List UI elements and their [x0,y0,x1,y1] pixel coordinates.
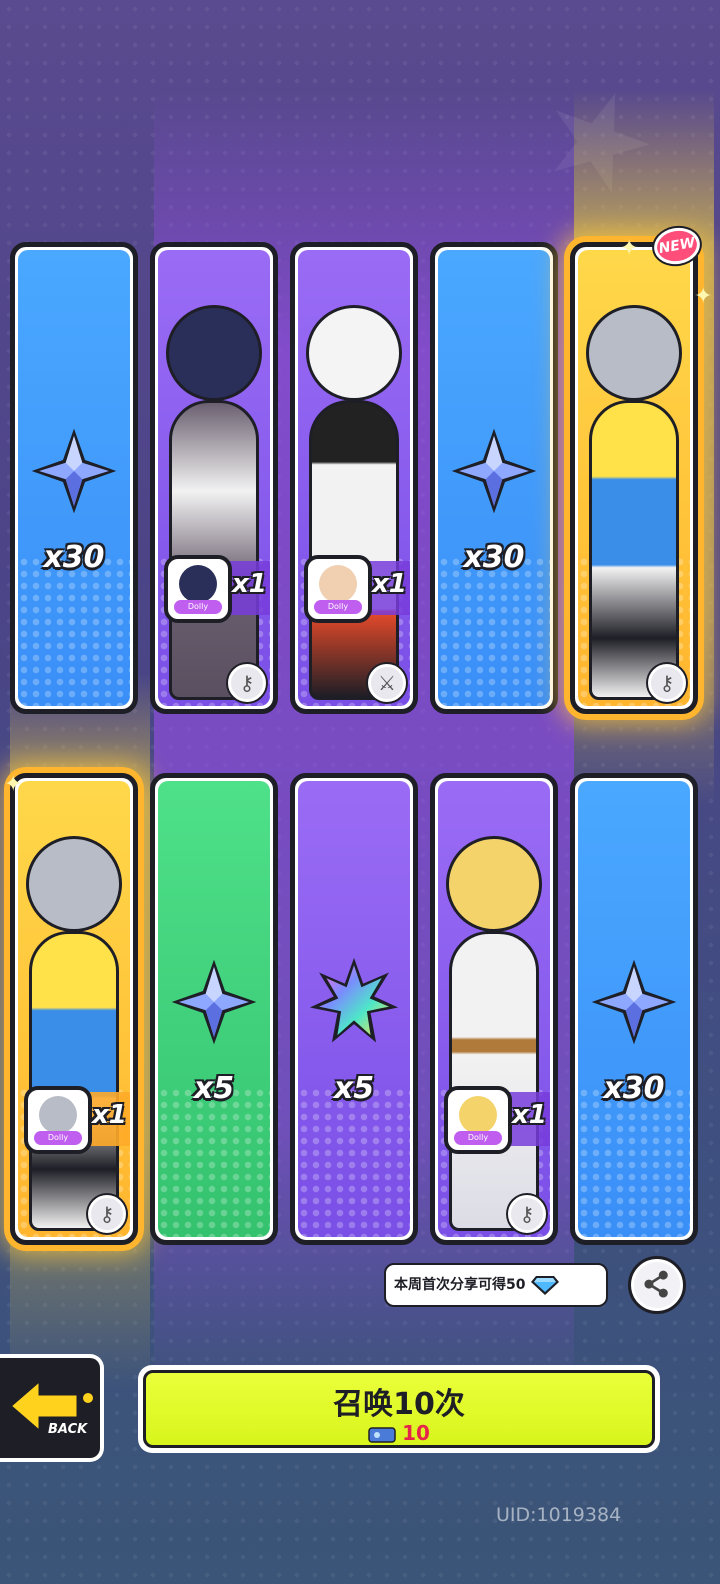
key-icon: ⚷ [228,664,266,702]
reward-quantity: x1 [92,1100,127,1130]
reward-quantity: x5 [193,1071,235,1106]
reward-card[interactable]: x5 [150,773,278,1245]
key-icon: ⚷ [648,664,686,702]
halftone-pattern [158,1087,270,1237]
reward-card[interactable]: x5 [290,773,418,1245]
key-icon: ⚷ [508,1195,546,1233]
share-tip-text: 本周首次分享可得50 [394,1277,526,1293]
blue-star-crystal-icon [171,959,257,1045]
sparkle-icon: ✦ [620,236,639,261]
reward-card[interactable]: x30 [570,773,698,1245]
reward-quantity: x1 [372,569,407,599]
reward-quantity: x5 [333,1071,375,1106]
reward-card[interactable]: Dolly x1 ⚷ [10,773,138,1245]
share-icon [644,1270,668,1298]
reward-quantity: x30 [603,1071,665,1106]
diamond-icon [531,1276,560,1295]
character-stamp: Dolly x1 [444,1086,550,1156]
back-arrow-icon [7,1376,93,1436]
reward-card[interactable]: Dolly x1 ⚷ [430,773,558,1245]
summon-label: 召唤10次 [333,1387,465,1422]
summon-cost-value: 10 [402,1421,430,1445]
character-portrait [298,250,410,706]
key-icon: ⚷ [88,1195,126,1233]
summon-cost: 10 [146,1421,652,1445]
reward-quantity: x1 [512,1100,547,1130]
summon-10-button[interactable]: 召唤10次 10 [138,1365,660,1453]
character-portrait [158,250,270,706]
character-stamp: Dolly x1 [304,555,410,625]
sword-icon: ⚔ [368,664,406,702]
character-portrait [18,781,130,1237]
blue-star-crystal-icon [451,428,537,514]
sparkle-icon: ✦ [4,772,23,797]
halftone-pattern [18,556,130,706]
reward-quantity: x30 [43,540,105,575]
user-id: UID:1019384 [496,1504,622,1526]
reward-card[interactable]: ⚷ [570,242,698,714]
blue-star-crystal-icon [31,428,117,514]
character-stamp: Dolly x1 [24,1086,130,1156]
reward-quantity: x30 [463,540,525,575]
share-reward-tip: 本周首次分享可得50 [384,1263,608,1307]
blue-star-crystal-icon [591,959,677,1045]
share-button[interactable] [628,1256,686,1314]
halftone-pattern [438,556,550,706]
character-portrait [578,250,690,706]
halftone-pattern [578,1087,690,1237]
back-button[interactable]: BACK [0,1354,104,1462]
character-stamp: Dolly x1 [164,555,270,625]
sparkle-icon: ✦ [694,284,713,309]
reward-card[interactable]: Dolly x1 ⚔ [290,242,418,714]
character-portrait [438,781,550,1237]
back-label: BACK [48,1422,88,1437]
reward-card[interactable]: x30 [10,242,138,714]
reward-quantity: x1 [232,569,267,599]
rainbow-star-crystal-icon [309,957,399,1043]
reward-card[interactable]: x30 [430,242,558,714]
halftone-pattern [298,1087,410,1237]
summon-ticket-icon [368,1426,396,1443]
reward-card[interactable]: Dolly x1 ⚷ [150,242,278,714]
